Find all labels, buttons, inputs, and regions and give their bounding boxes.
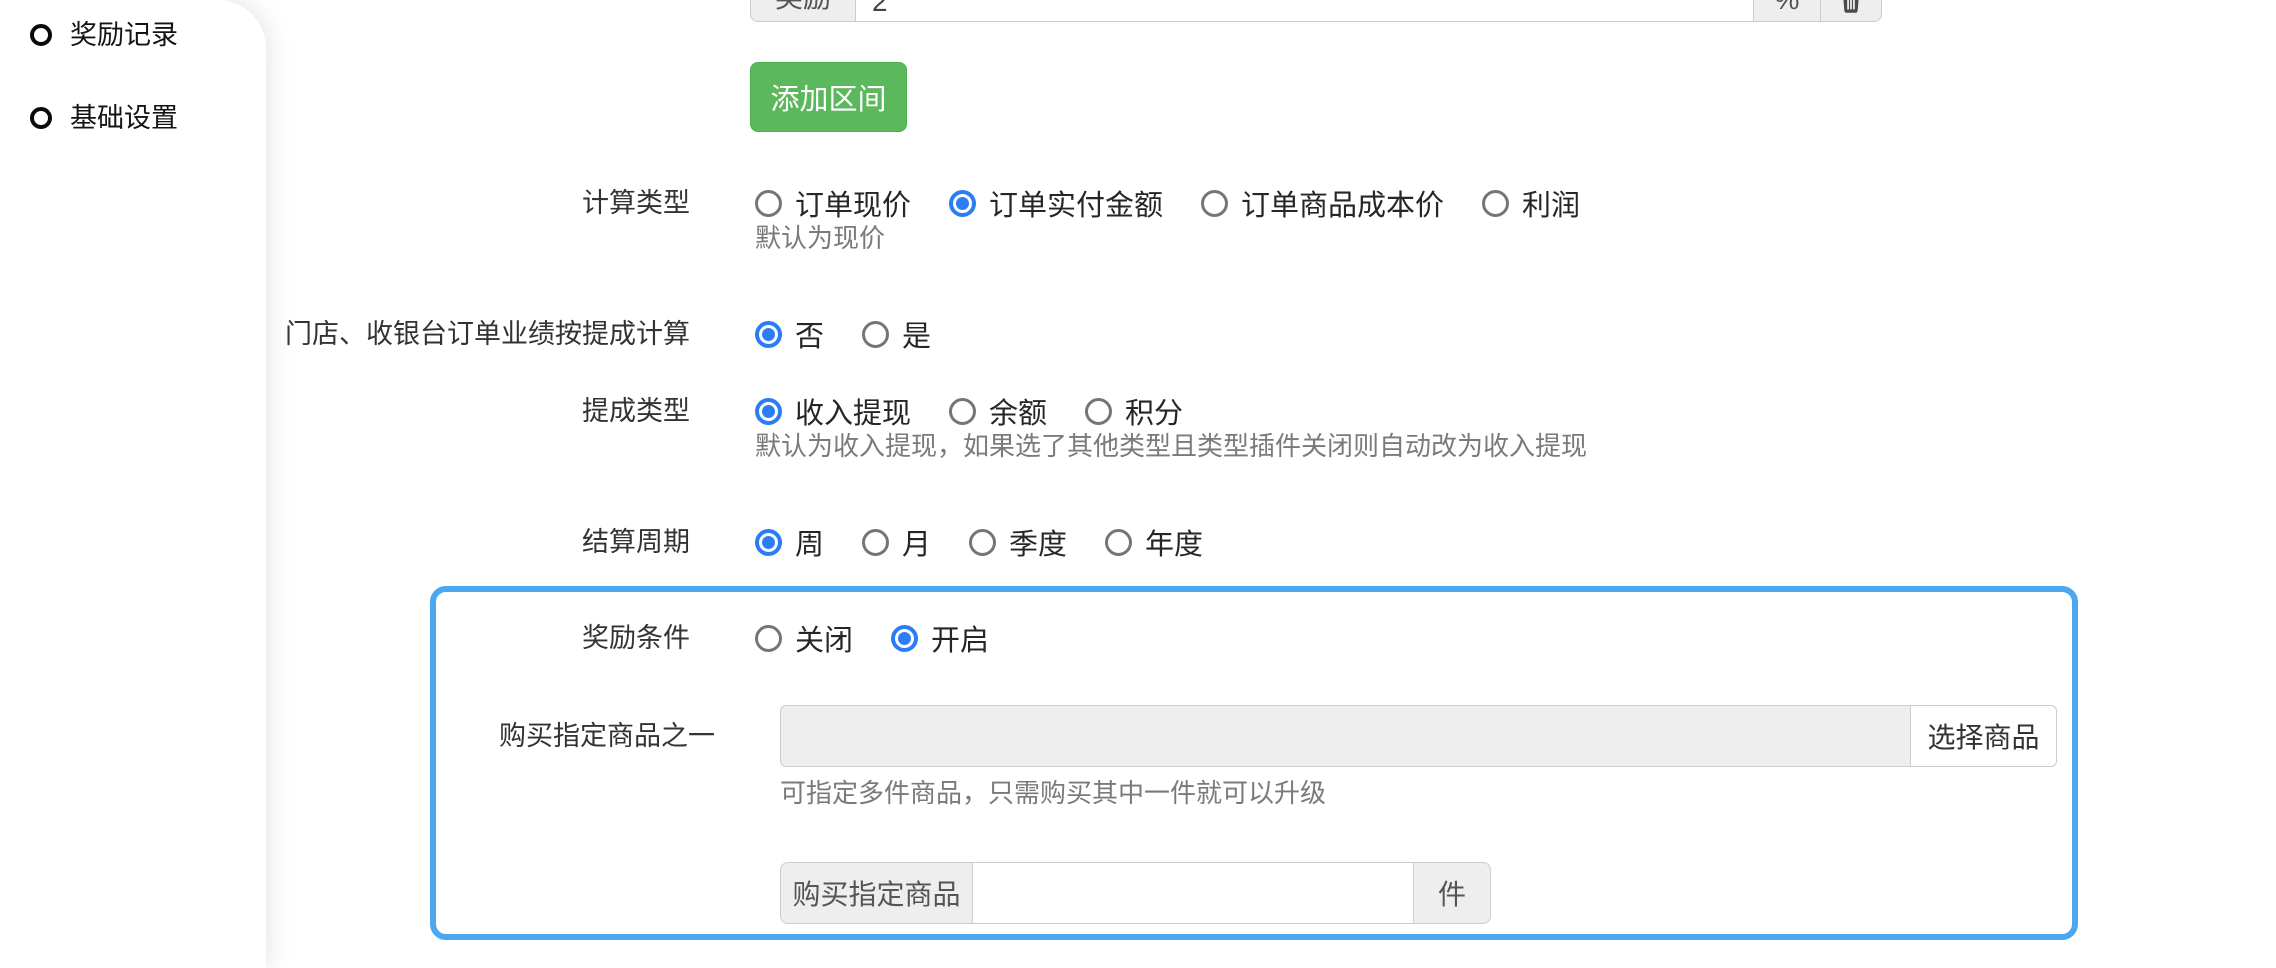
store-commission-label: 门店、收银台订单业绩按提成计算 [0,317,690,351]
radio-on[interactable]: 开启 [891,617,989,659]
trash-icon [1838,0,1865,15]
radio-option-label: 是 [902,313,931,355]
radio-option-label: 订单商品成本价 [1241,182,1444,224]
circle-icon [30,107,52,129]
sidebar-item-reward-records[interactable]: 奖励记录 [30,14,178,56]
radio-icon [949,398,976,425]
radio-order-paid-amount[interactable]: 订单实付金额 [949,182,1163,224]
radio-quarter[interactable]: 季度 [969,521,1067,563]
radio-yes[interactable]: 是 [862,313,931,355]
radio-order-original-price[interactable]: 订单现价 [755,182,911,224]
specified-product-one-group: 选择商品 [780,705,2057,767]
calc-type-label: 计算类型 [0,186,690,220]
sidebar-item-label: 奖励记录 [70,14,178,56]
radio-icon [1085,398,1112,425]
settlement-cycle-options: 周 月 季度 年度 [755,525,1241,559]
calc-type-hint: 默认为现价 [755,222,885,254]
sidebar-item-label: 基础设置 [70,97,178,139]
sidebar: 奖励记录 基础设置 [0,0,266,968]
radio-no[interactable]: 否 [755,313,824,355]
radio-year[interactable]: 年度 [1105,521,1203,563]
radio-option-label: 否 [795,313,824,355]
sidebar-item-basic-settings[interactable]: 基础设置 [30,97,178,139]
specified-product-one-hint: 可指定多件商品，只需购买其中一件就可以升级 [780,777,1326,809]
commission-type-label: 提成类型 [0,394,690,428]
radio-icon [891,625,918,652]
reward-condition-options: 关闭 开启 [755,621,1027,655]
radio-option-label: 季度 [1009,521,1067,563]
choose-product-button[interactable]: 选择商品 [1910,705,2057,767]
specified-product-qty-group: 购买指定商品 件 [780,862,1491,924]
radio-off[interactable]: 关闭 [755,617,853,659]
unit-addon: 件 [1413,862,1491,924]
reward-interval-input-group: 奖励 % [750,0,1882,22]
percent-addon: % [1753,0,1821,22]
radio-icon [755,529,782,556]
radio-option-label: 年度 [1145,521,1203,563]
radio-order-goods-cost[interactable]: 订单商品成本价 [1201,182,1444,224]
radio-option-label: 开启 [931,617,989,659]
specified-products-input [780,705,1911,767]
radio-icon [755,398,782,425]
radio-option-label: 余额 [989,390,1047,432]
radio-option-label: 利润 [1522,182,1580,224]
radio-icon [755,190,782,217]
radio-option-label: 收入提现 [795,390,911,432]
store-commission-options: 否 是 [755,317,969,351]
radio-icon [755,321,782,348]
commission-type-hint: 默认为收入提现，如果选了其他类型且类型插件关闭则自动改为收入提现 [755,430,1587,462]
qty-input[interactable] [972,862,1414,924]
radio-icon [949,190,976,217]
radio-option-label: 订单现价 [795,182,911,224]
radio-icon [755,625,782,652]
radio-icon [1482,190,1509,217]
radio-icon [862,529,889,556]
reward-condition-label: 奖励条件 [0,621,690,655]
calc-type-options: 订单现价 订单实付金额 订单商品成本价 利润 [755,186,1618,220]
circle-icon [30,24,52,46]
radio-income-withdraw[interactable]: 收入提现 [755,390,911,432]
commission-type-options: 收入提现 余额 积分 [755,394,1221,428]
radio-option-label: 订单实付金额 [989,182,1163,224]
radio-option-label: 月 [902,521,931,563]
radio-option-label: 关闭 [795,617,853,659]
radio-week[interactable]: 周 [755,521,824,563]
reward-label-addon: 奖励 [750,0,856,22]
radio-icon [1105,529,1132,556]
radio-balance[interactable]: 余额 [949,390,1047,432]
settlement-cycle-label: 结算周期 [0,525,690,559]
radio-icon [969,529,996,556]
radio-points[interactable]: 积分 [1085,390,1183,432]
radio-profit[interactable]: 利润 [1482,182,1580,224]
delete-interval-button[interactable] [1820,0,1882,22]
add-interval-button[interactable]: 添加区间 [750,62,907,132]
radio-icon [862,321,889,348]
specified-product-one-label: 购买指定商品之一 [0,719,715,753]
qty-label-addon: 购买指定商品 [780,862,973,924]
radio-month[interactable]: 月 [862,521,931,563]
radio-icon [1201,190,1228,217]
reward-rate-input[interactable] [855,0,1754,22]
radio-option-label: 周 [795,521,824,563]
radio-option-label: 积分 [1125,390,1183,432]
